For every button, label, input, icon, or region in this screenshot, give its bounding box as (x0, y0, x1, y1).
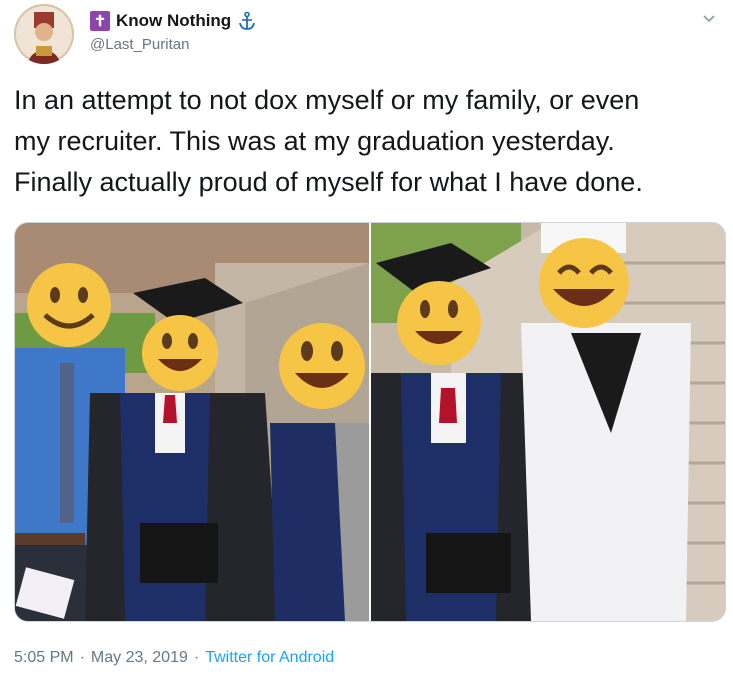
meta-separator: · (193, 649, 200, 666)
tweet-time[interactable]: 5:05 PM (14, 649, 74, 667)
author-name-row: ✝ Know Nothing (90, 9, 257, 33)
tweet-card: ✝ Know Nothing @Last_Puritan In an attem… (0, 0, 733, 677)
display-name[interactable]: Know Nothing (116, 11, 231, 31)
photo-left[interactable] (15, 223, 369, 621)
avatar-image (14, 4, 74, 64)
anchor-icon (239, 11, 256, 30)
meta-separator: · (79, 649, 85, 666)
photo-right[interactable] (371, 223, 725, 621)
cross-icon: ✝ (90, 11, 110, 31)
tweet-text: In an attempt to not dox myself or my fa… (14, 85, 643, 197)
graduation-family-photo (15, 223, 369, 621)
author-handle[interactable]: @Last_Puritan (90, 36, 189, 53)
avatar[interactable] (14, 4, 74, 64)
media-grid (14, 222, 726, 622)
tweet-source-link[interactable]: Twitter for Android (205, 649, 334, 667)
tweet-date[interactable]: May 23, 2019 (91, 649, 188, 667)
tweet-meta: 5:05 PM · May 23, 2019 · Twitter for And… (14, 649, 334, 667)
graduation-sailor-photo (371, 223, 725, 621)
chevron-down-icon[interactable] (701, 10, 717, 26)
